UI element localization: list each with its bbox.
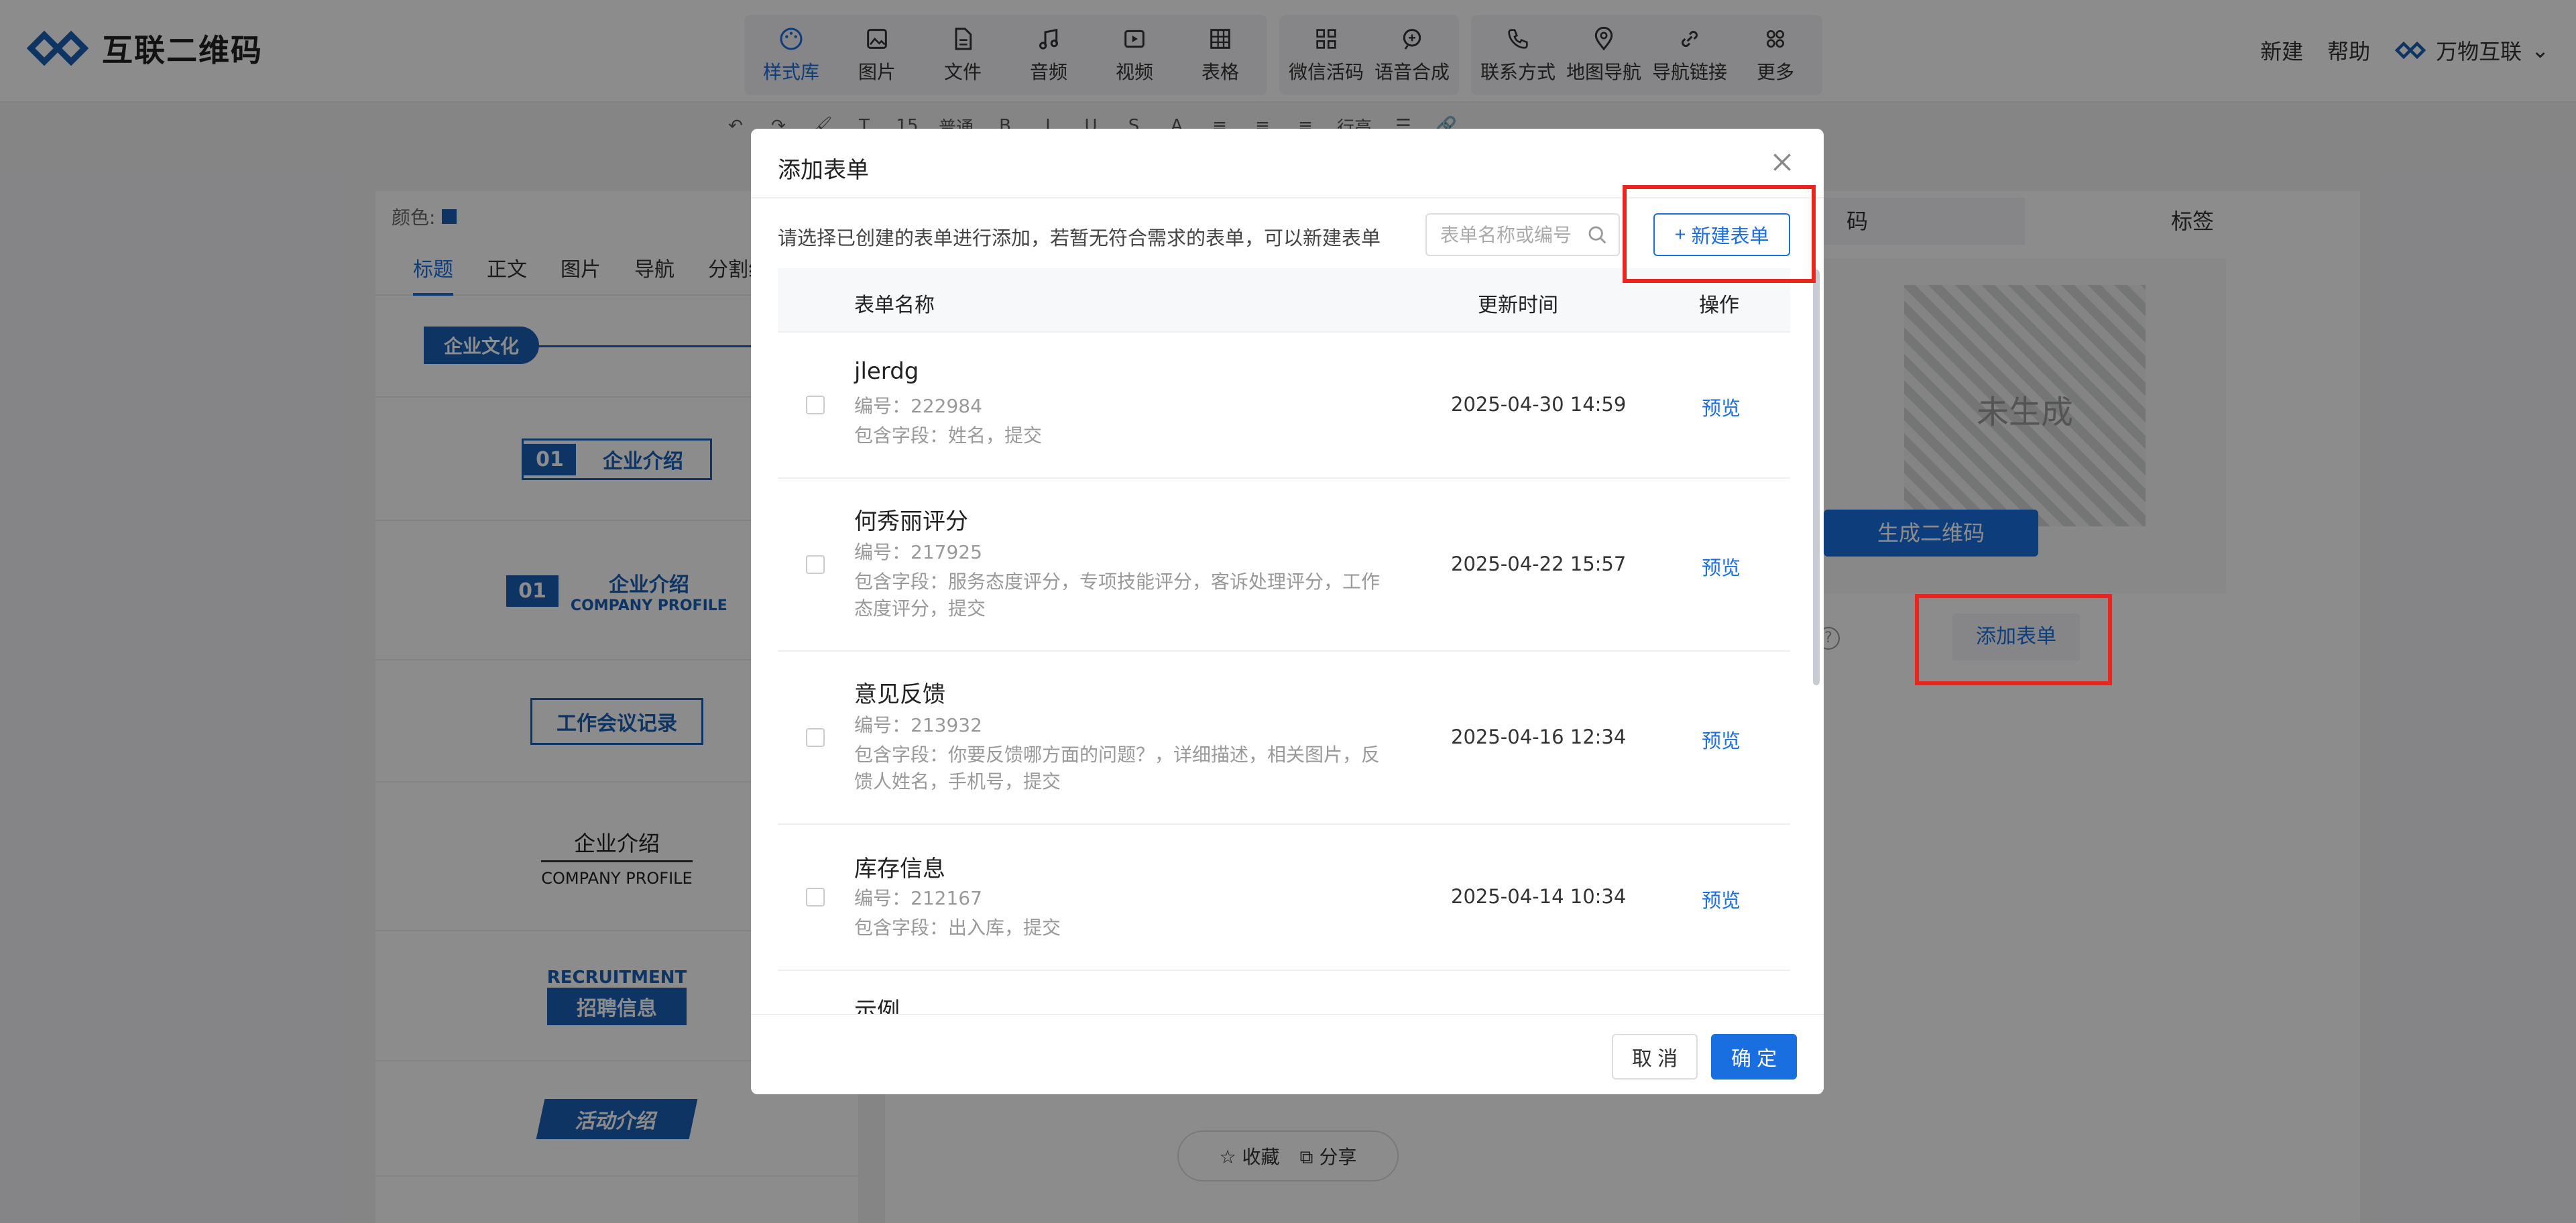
dialog-footer: 取 消 确 定 <box>751 1014 1824 1094</box>
table-row[interactable]: 何秀丽评分 编号：217925 包含字段：服务态度评分，专项技能评分，客诉处理评… <box>778 479 1790 652</box>
dialog-title: 添加表单 <box>778 157 869 184</box>
dialog-scrollbar[interactable] <box>1813 270 1820 685</box>
page-root: 互联二维码 样式库 图片 文件 音频 视频 表格 微信活码 语音合成 联系方式 … <box>0 0 2576 1223</box>
form-fields: 包含字段：姓名，提交 <box>854 424 1043 447</box>
dialog-tip: 请选择已创建的表单进行添加，若暂无符合需求的表单，可以新建表单 <box>778 227 1381 249</box>
table-row[interactable]: 库存信息 编号：212167 包含字段：出入库，提交 2025-04-14 10… <box>778 825 1790 971</box>
form-search <box>1425 213 1620 256</box>
form-fields: 包含字段：出入库，提交 <box>854 917 1061 939</box>
form-id: 编号：222984 <box>854 395 982 417</box>
form-fields: 包含字段：你要反馈哪方面的问题？，详细描述，相关图片，反馈人姓名，手机号，提交 <box>854 744 1381 793</box>
column-header-updated: 更新时间 <box>1478 294 1558 317</box>
form-fields: 包含字段：服务态度评分，专项技能评分，客诉处理评分，工作态度评分，提交 <box>854 571 1381 620</box>
form-id: 编号：217925 <box>854 541 982 563</box>
form-updated: 2025-04-16 12:34 <box>1451 725 1627 748</box>
row-checkbox[interactable] <box>806 888 825 907</box>
row-checkbox[interactable] <box>806 555 825 574</box>
search-input[interactable] <box>1440 221 1588 248</box>
close-icon[interactable] <box>1769 149 1796 176</box>
form-name: 库存信息 <box>854 856 945 882</box>
search-icon[interactable] <box>1586 224 1609 247</box>
form-updated: 2025-04-14 10:34 <box>1451 885 1627 908</box>
table-row[interactable]: 意见反馈 编号：213932 包含字段：你要反馈哪方面的问题？，详细描述，相关图… <box>778 652 1790 825</box>
preview-link[interactable]: 预览 <box>1702 393 1741 421</box>
preview-link[interactable]: 预览 <box>1702 725 1741 754</box>
form-name: 意见反馈 <box>854 681 945 708</box>
preview-link[interactable]: 预览 <box>1702 552 1741 581</box>
form-name: jlerdg <box>854 358 919 385</box>
preview-link[interactable]: 预览 <box>1702 885 1741 913</box>
table-row[interactable]: jlerdg 编号：222984 包含字段：姓名，提交 2025-04-30 1… <box>778 333 1790 479</box>
row-checkbox[interactable] <box>806 396 825 414</box>
confirm-button[interactable]: 确 定 <box>1711 1034 1797 1080</box>
highlight-add-form <box>1915 594 2112 685</box>
row-checkbox[interactable] <box>806 728 825 747</box>
form-name: 何秀丽评分 <box>854 508 968 535</box>
column-header-action: 操作 <box>1699 294 1739 317</box>
form-id: 编号：212167 <box>854 887 982 909</box>
column-header-name: 表单名称 <box>854 294 935 317</box>
cancel-button[interactable]: 取 消 <box>1612 1034 1698 1080</box>
form-updated: 2025-04-30 14:59 <box>1451 393 1627 416</box>
highlight-new-form <box>1623 185 1816 283</box>
form-id: 编号：213932 <box>854 714 982 736</box>
form-updated: 2025-04-22 15:57 <box>1451 552 1627 575</box>
